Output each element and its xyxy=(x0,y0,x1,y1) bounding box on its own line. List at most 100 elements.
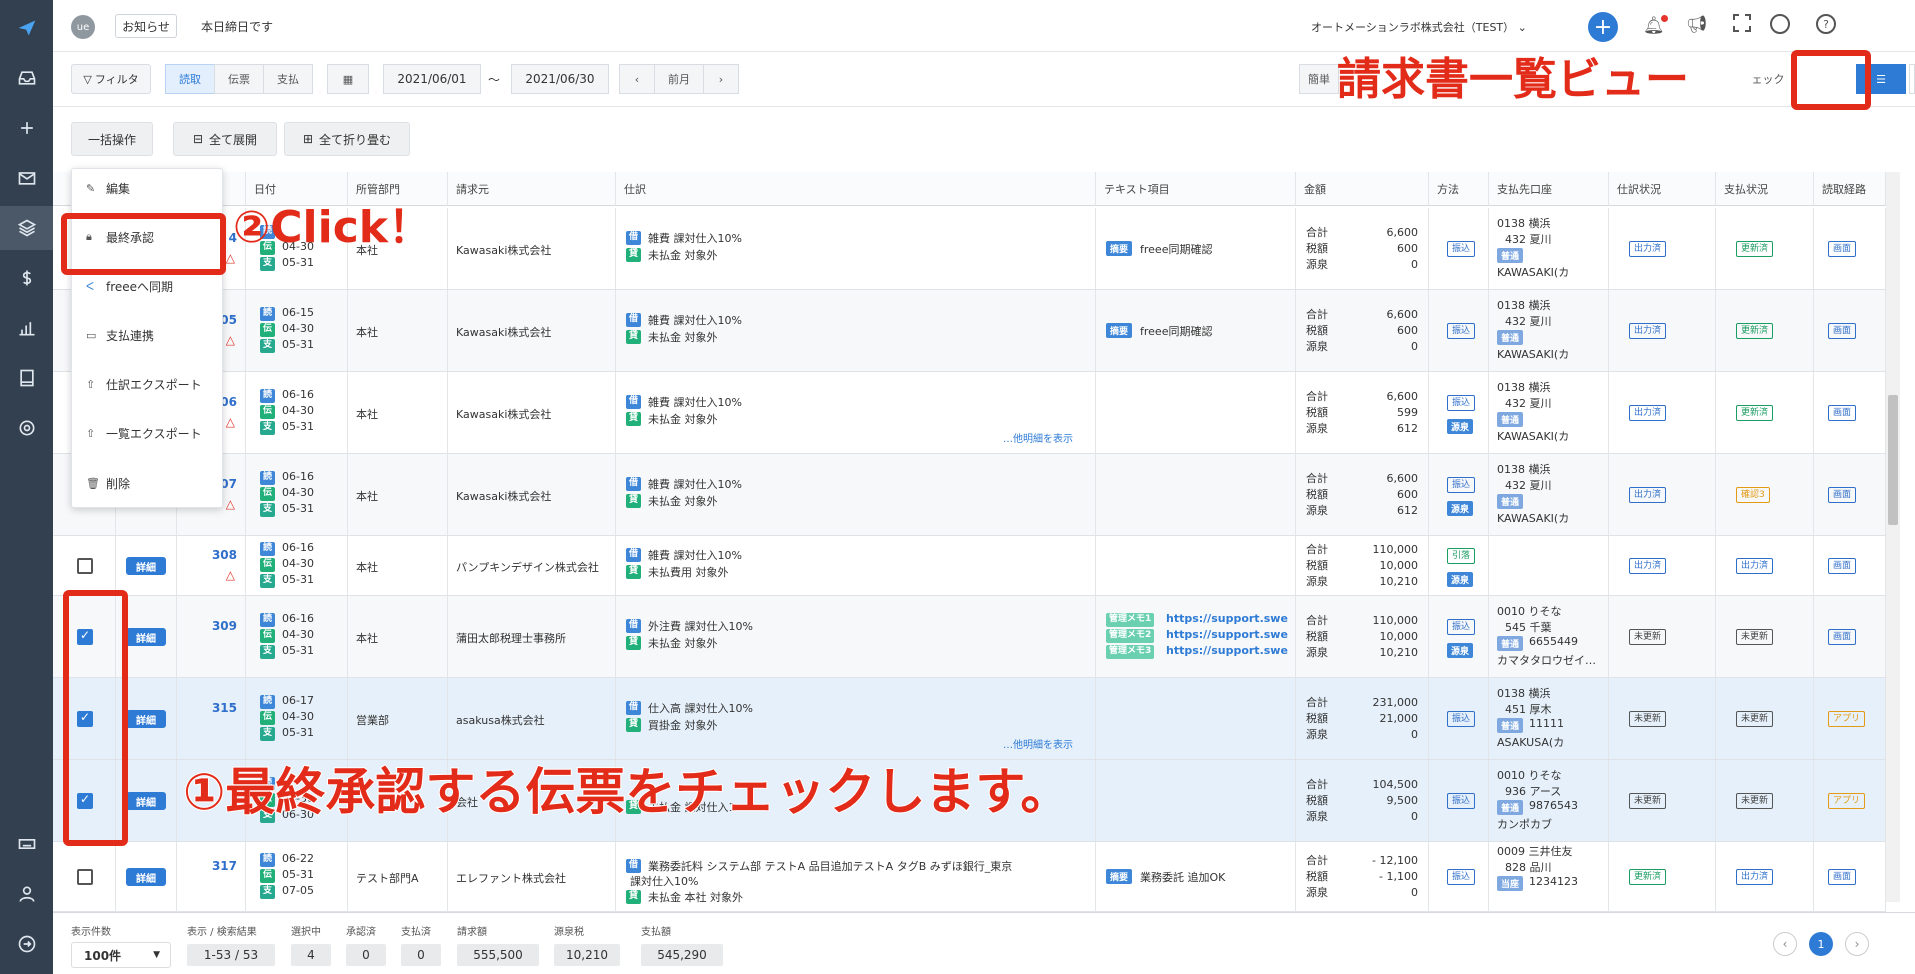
expand-all-button[interactable]: ⊟ 全て展開 xyxy=(173,122,277,156)
next-arrow-icon[interactable]: › xyxy=(703,64,739,94)
col-text[interactable]: テキスト項目 xyxy=(1096,172,1296,206)
more-detail-link[interactable]: …他明細を表示 xyxy=(1003,430,1073,445)
check-button[interactable]: ェック xyxy=(1748,64,1788,94)
table-cell: Kawasaki株式会社 xyxy=(448,454,616,535)
date-to[interactable]: 2021/06/30 xyxy=(511,64,609,94)
annotation-click: ②Click！ xyxy=(233,202,433,253)
col-method[interactable]: 方法 xyxy=(1429,172,1489,206)
book-icon[interactable] xyxy=(0,356,53,400)
table-cell: 摘要 freee同期確認 xyxy=(1096,208,1296,289)
invoice-number-link[interactable]: 309 xyxy=(212,619,237,633)
more-detail-link[interactable]: …他明細を表示 xyxy=(1003,736,1073,751)
memo-link[interactable]: https://support.swe xyxy=(1166,628,1288,641)
detail-button[interactable]: 詳細 xyxy=(126,868,166,886)
company-selector[interactable]: オートメーションラボ株式会社（TEST） ⌄ xyxy=(1311,19,1527,35)
help-icon[interactable]: ? xyxy=(1816,14,1836,34)
menu-item-list-export[interactable]: ⇧ 一覧エクスポート xyxy=(72,418,224,448)
prev-arrow-icon[interactable]: ‹ xyxy=(619,64,655,94)
menu-label: 編集 xyxy=(106,181,131,196)
chevron-down-icon: ⌄ xyxy=(1514,21,1527,34)
filter-button[interactable]: ▽ フィルタ xyxy=(71,64,151,94)
memo-link[interactable]: https://support.swe xyxy=(1166,644,1288,657)
avatar[interactable]: ue xyxy=(71,15,95,39)
date-type-icon: 読 xyxy=(260,389,276,403)
fullscreen-icon[interactable] xyxy=(1733,14,1751,32)
col-pay-status[interactable]: 支払状況 xyxy=(1716,172,1814,206)
chart-icon[interactable] xyxy=(0,306,53,350)
gear-icon[interactable] xyxy=(0,406,53,450)
dollar-icon[interactable] xyxy=(0,256,53,300)
amount-label: 合計 xyxy=(1306,614,1328,627)
col-journal[interactable]: 仕訳 xyxy=(616,172,1096,206)
journal-credit: 未払金 対象外 xyxy=(648,637,718,650)
warning-icon: △ xyxy=(225,568,235,582)
table-cell: 合計 6,600 税額 600 源泉 0 xyxy=(1296,290,1429,371)
mail-icon[interactable] xyxy=(0,156,53,200)
prev-page-icon[interactable]: ‹ xyxy=(1773,932,1797,956)
detail-button[interactable]: 詳細 xyxy=(126,628,166,646)
logout-icon[interactable] xyxy=(0,922,53,966)
menu-item-delete[interactable]: 🗑︎ 削除 xyxy=(72,468,224,498)
memo-link[interactable]: https://support.swe xyxy=(1166,612,1288,625)
col-vendor[interactable]: 請求元 xyxy=(448,172,616,206)
simple-view-button[interactable]: 簡単 xyxy=(1299,64,1339,94)
tab-payment[interactable]: 支払 xyxy=(263,64,313,94)
menu-item-freee-sync[interactable]: ᐸ freeeへ同期 xyxy=(72,271,224,301)
invoice-number-link[interactable]: 317 xyxy=(212,859,237,873)
journal-credit: 未払金 本社 対象外 xyxy=(648,891,743,904)
panel-icon[interactable] xyxy=(1909,64,1915,94)
invoice-number-link[interactable]: 308 xyxy=(212,548,237,562)
date-from[interactable]: 2021/06/01 xyxy=(383,64,481,94)
scrollbar[interactable] xyxy=(1886,172,1900,902)
account-type: 普通 xyxy=(1497,800,1524,815)
table-cell: 引落 源泉 xyxy=(1429,536,1489,595)
col-amount[interactable]: 金額 xyxy=(1296,172,1429,206)
detail-button[interactable]: 詳細 xyxy=(126,792,166,810)
prev-month-button[interactable]: 前月 xyxy=(654,64,704,94)
table-cell: Kawasaki株式会社 xyxy=(448,290,616,371)
menu-item-edit[interactable]: ✎ 編集 xyxy=(72,173,224,203)
col-journal-status[interactable]: 仕訳状況 xyxy=(1609,172,1716,206)
megaphone-icon[interactable]: 📢︎ xyxy=(1686,15,1708,35)
row-checkbox[interactable] xyxy=(77,869,93,885)
notice-button[interactable]: お知らせ xyxy=(115,14,177,38)
plus-icon[interactable] xyxy=(0,106,53,150)
invoice-number-link[interactable]: 315 xyxy=(212,701,237,715)
bank-name: 0010 りそな xyxy=(1497,769,1562,782)
next-page-icon[interactable]: › xyxy=(1845,932,1869,956)
row-checkbox[interactable] xyxy=(77,558,93,574)
calendar-icon[interactable]: ▦ xyxy=(327,64,369,94)
memo-tag: 管理メモ3 xyxy=(1106,645,1155,659)
detail-button[interactable]: 詳細 xyxy=(126,557,166,575)
keyboard-icon[interactable] xyxy=(0,822,53,866)
detail-button[interactable]: 詳細 xyxy=(126,710,166,728)
inbox-icon[interactable] xyxy=(0,56,53,100)
date-value: 04-30 xyxy=(282,557,314,570)
approved-value: 0 xyxy=(346,944,386,966)
menu-item-payment-link[interactable]: ▭ 支払連携 xyxy=(72,320,224,350)
table-cell: 振込 xyxy=(1429,842,1489,911)
bulk-action-button[interactable]: 一括操作 xyxy=(71,122,153,156)
date-value: 06-22 xyxy=(282,852,314,865)
table-cell: 借雑費 課対仕入10% 貸未払金 対象外 xyxy=(616,454,1096,535)
support-icon[interactable] xyxy=(1770,14,1790,34)
date-value: 04-30 xyxy=(282,322,314,335)
logo-icon[interactable] xyxy=(0,6,53,50)
memo-tag: 管理メモ2 xyxy=(1106,629,1155,643)
menu-item-journal-export[interactable]: ⇧ 仕訳エクスポート xyxy=(72,369,224,399)
warning-icon: △ xyxy=(225,333,235,347)
tab-read[interactable]: 読取 xyxy=(165,64,215,94)
amount-value: 6,600 xyxy=(1386,308,1419,321)
col-account[interactable]: 支払先口座 xyxy=(1489,172,1609,206)
journal-status-badge: 出力済 xyxy=(1629,487,1667,503)
page-size-select[interactable]: 100件 ▼ xyxy=(71,942,171,968)
user-icon[interactable] xyxy=(0,872,53,916)
page-button[interactable]: 1 xyxy=(1809,932,1833,956)
layers-icon[interactable] xyxy=(0,206,53,250)
tab-slip[interactable]: 伝票 xyxy=(214,64,264,94)
date-type-icon: 支 xyxy=(260,727,276,741)
col-route[interactable]: 読取経路 xyxy=(1814,172,1886,206)
add-icon[interactable]: + xyxy=(1588,12,1618,42)
scrollbar-thumb[interactable] xyxy=(1888,395,1898,525)
collapse-all-button[interactable]: ⊞ 全て折り畳む xyxy=(284,122,410,156)
